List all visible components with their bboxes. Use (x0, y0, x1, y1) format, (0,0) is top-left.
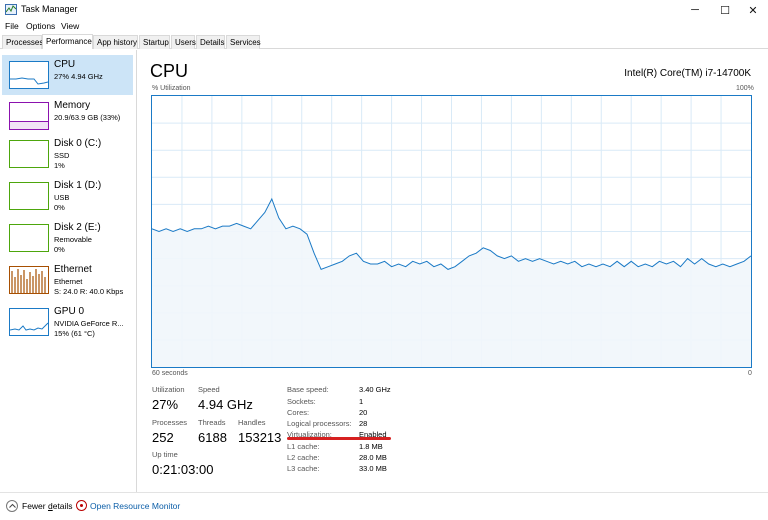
uptime-label: Up time (152, 450, 178, 459)
sidebar-item-ethernet[interactable]: Ethernet Ethernet S: 24.0 R: 40.0 Kbps (2, 260, 133, 300)
utilization-value: 27% (152, 397, 179, 412)
sidebar-item-name: Disk 0 (C:) (54, 138, 102, 149)
menu-bar: File Options View (0, 19, 768, 33)
sidebar-item-detail: Ethernet (54, 277, 83, 286)
y-axis-label: % Utilization (152, 85, 191, 92)
sidebar-item-detail: NVIDIA GeForce R... (54, 319, 124, 328)
sidebar-item-name: Memory (54, 100, 91, 111)
tab-users[interactable]: Users (171, 35, 196, 49)
sidebar-item-disk1[interactable]: Disk 1 (D:) USB 0% (2, 176, 133, 216)
tab-startup[interactable]: Startup (139, 35, 170, 49)
title-bar: Task Manager ─ ☐ ✕ (0, 0, 768, 20)
menu-options[interactable]: Options (26, 21, 55, 31)
annotation-underline (287, 437, 391, 440)
tab-processes[interactable]: Processes (2, 35, 43, 49)
ethernet-thumbnail-graph (9, 266, 49, 294)
l3-cache-value: 33.0 MB (359, 464, 387, 473)
threads-value: 6188 (198, 430, 227, 445)
sidebar-item-detail: 27% 4.94 GHz (54, 72, 103, 81)
disk-thumbnail-graph (9, 182, 49, 210)
sockets-label: Sockets: (287, 397, 316, 406)
l1-cache-value: 1.8 MB (359, 442, 383, 451)
tab-performance[interactable]: Performance (42, 34, 93, 49)
tab-app-history[interactable]: App history (93, 35, 138, 49)
sidebar-item-name: Disk 1 (D:) (54, 180, 102, 191)
memory-thumbnail-graph (9, 102, 49, 130)
speed-value: 4.94 GHz (198, 397, 253, 412)
tab-details[interactable]: Details (196, 35, 225, 49)
open-resource-monitor-link[interactable]: Open Resource Monitor (90, 501, 180, 511)
sidebar-item-usage: S: 24.0 R: 40.0 Kbps (54, 287, 124, 296)
l2-cache-value: 28.0 MB (359, 453, 387, 462)
sidebar-item-name: Disk 2 (E:) (54, 222, 101, 233)
sidebar-item-cpu[interactable]: CPU 27% 4.94 GHz (2, 55, 133, 95)
utilization-label: Utilization (152, 385, 185, 394)
window-title: Task Manager (21, 4, 78, 14)
resource-monitor-icon[interactable] (76, 500, 87, 511)
sidebar-item-detail: Removable (54, 235, 92, 244)
resource-sidebar: CPU 27% 4.94 GHz Memory 20.9/63.9 GB (33… (0, 50, 137, 492)
l1-cache-label: L1 cache: (287, 442, 320, 451)
cpu-thumbnail-graph (9, 61, 49, 89)
page-title: CPU (150, 61, 189, 81)
handles-label: Handles (238, 418, 266, 427)
maximize-button[interactable]: ☐ (710, 0, 740, 20)
y-axis-max: 100% (736, 85, 754, 92)
logical-processors-value: 28 (359, 419, 368, 428)
sockets-value: 1 (359, 397, 364, 406)
sidebar-item-usage: 0% (54, 245, 65, 254)
sidebar-item-usage: 15% (61 °C) (54, 329, 95, 338)
base-speed-value: 3.40 GHz (359, 385, 391, 394)
sidebar-item-detail: 20.9/63.9 GB (33%) (54, 113, 121, 122)
sidebar-item-detail: SSD (54, 151, 70, 160)
x-axis-min: 0 (748, 370, 752, 377)
minimize-button[interactable]: ─ (680, 0, 710, 20)
logical-processors-label: Logical processors: (287, 419, 352, 428)
processes-value: 252 (152, 430, 174, 445)
sidebar-item-disk0[interactable]: Disk 0 (C:) SSD 1% (2, 134, 133, 174)
disk-thumbnail-graph (9, 140, 49, 168)
gpu-thumbnail-graph (9, 308, 49, 336)
fewer-details-button[interactable]: Fewer details (22, 501, 73, 511)
sidebar-item-name: CPU (54, 59, 76, 70)
menu-view[interactable]: View (61, 21, 79, 31)
sidebar-item-detail: USB (54, 193, 70, 202)
task-manager-icon (5, 4, 17, 15)
cpu-graph-svg (151, 96, 752, 367)
cpu-model: Intel(R) Core(TM) i7-14700K (624, 68, 751, 79)
cpu-utilization-graph (151, 95, 752, 368)
disk-thumbnail-graph (9, 224, 49, 252)
sidebar-item-name: Ethernet (54, 264, 92, 275)
cores-label: Cores: (287, 408, 310, 417)
x-axis-label: 60 seconds (152, 370, 188, 377)
base-speed-label: Base speed: (287, 385, 329, 394)
close-button[interactable]: ✕ (738, 0, 768, 20)
uptime-value: 0:21:03:00 (152, 462, 214, 477)
sidebar-item-usage: 0% (54, 203, 65, 212)
threads-label: Threads (198, 418, 226, 427)
processes-label: Processes (152, 418, 188, 427)
l2-cache-label: L2 cache: (287, 453, 320, 462)
l3-cache-label: L3 cache: (287, 464, 320, 473)
sidebar-item-usage: 1% (54, 161, 65, 170)
cores-value: 20 (359, 408, 368, 417)
sidebar-item-name: GPU 0 (54, 306, 85, 317)
sidebar-item-memory[interactable]: Memory 20.9/63.9 GB (33%) (2, 96, 133, 136)
handles-value: 153213 (238, 430, 282, 445)
sidebar-item-disk2[interactable]: Disk 2 (E:) Removable 0% (2, 218, 133, 258)
tab-services[interactable]: Services (226, 35, 261, 49)
sidebar-item-gpu0[interactable]: GPU 0 NVIDIA GeForce R... 15% (61 °C) (2, 302, 133, 342)
speed-label: Speed (198, 385, 220, 394)
menu-file[interactable]: File (5, 21, 19, 31)
footer-bar: Fewer details Open Resource Monitor (0, 492, 768, 520)
tab-strip: Processes Performance App history Startu… (0, 34, 768, 49)
chevron-up-icon[interactable] (6, 500, 18, 512)
